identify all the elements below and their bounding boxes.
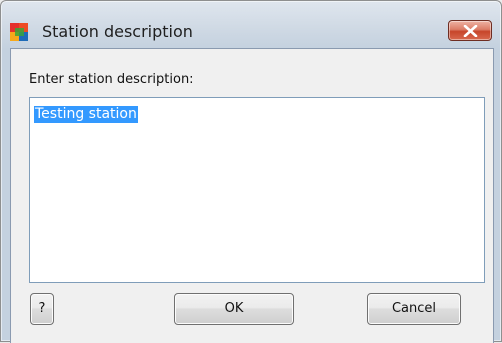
description-prompt-label: Enter station description: — [29, 72, 194, 87]
description-selected-text[interactable]: Testing station — [34, 106, 138, 123]
desktop-background: Station description Enter station descri… — [0, 0, 502, 343]
window-title: Station description — [42, 22, 193, 41]
help-button[interactable]: ? — [30, 293, 54, 325]
ok-button[interactable]: OK — [174, 293, 294, 325]
avg-logo-icon — [10, 23, 28, 41]
title-bar[interactable]: Station description — [1, 1, 501, 46]
description-textarea[interactable]: Testing station — [29, 97, 485, 283]
cancel-button[interactable]: Cancel — [367, 293, 461, 325]
close-icon — [463, 25, 478, 37]
dialog-client-area: Enter station description: Testing stati… — [10, 48, 494, 343]
close-button[interactable] — [448, 20, 492, 41]
station-description-dialog: Station description Enter station descri… — [0, 0, 502, 343]
